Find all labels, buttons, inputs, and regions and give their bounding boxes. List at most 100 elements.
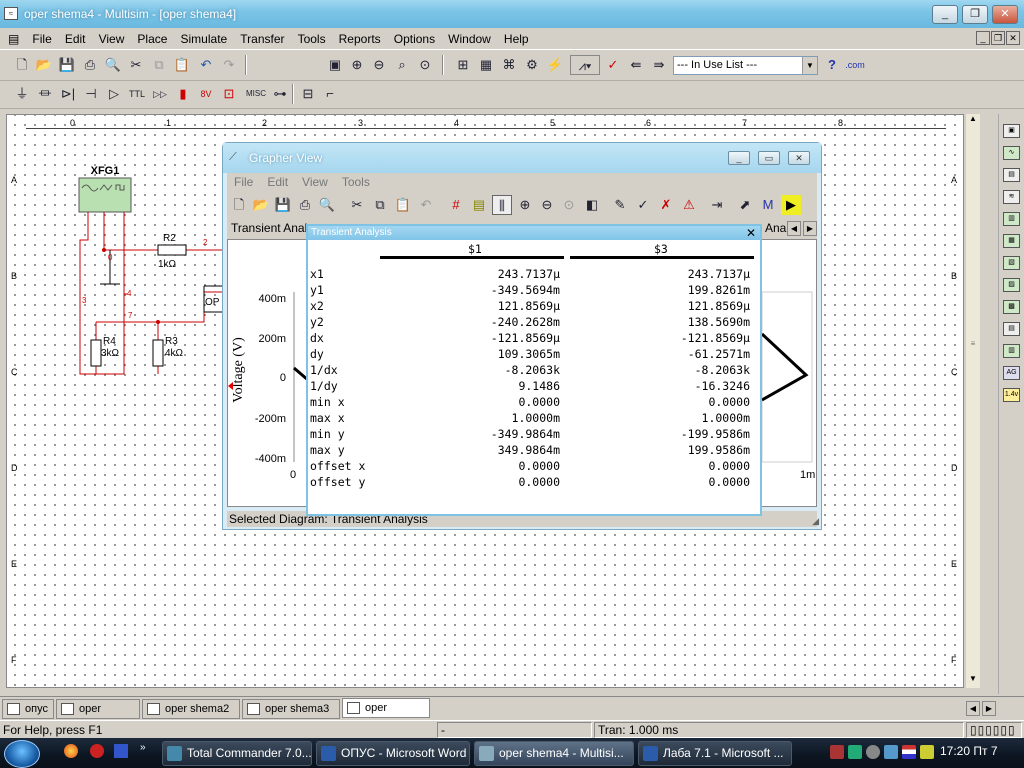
grid-icon[interactable]: # [446, 195, 466, 215]
canvas-vertical-scrollbar[interactable]: ▲ ≡ ▼ [965, 114, 980, 688]
grapher-maximize-button[interactable]: ▭ [758, 151, 780, 165]
tab-oper-shema2[interactable]: oper shema2 * [142, 699, 240, 733]
grapher-minimize-button[interactable]: _ [728, 151, 750, 165]
agilent-icon[interactable]: AG [1003, 366, 1020, 380]
word-generator-icon[interactable]: ▦ [1003, 234, 1020, 248]
taskbar-laba-word[interactable]: Лаба 7.1 - Microsoft ... [638, 741, 792, 766]
oscilloscope-icon[interactable]: ≋ [1003, 190, 1020, 204]
document-tabs: опус oper shema oper shema2 * oper shema… [0, 696, 1024, 733]
zoom-in-icon[interactable]: ⊕ [515, 195, 535, 215]
scroll-down-icon[interactable]: ▼ [966, 674, 980, 688]
tabs-scroll-left-icon[interactable]: ◀ [966, 701, 980, 716]
resistor-r3[interactable] [152, 339, 164, 367]
tab-scroll-left-icon[interactable]: ◀ [787, 221, 801, 236]
bode-plotter-icon[interactable]: ▥ [1003, 212, 1020, 226]
open-icon[interactable]: 📂 [251, 195, 271, 215]
resistor-r2[interactable] [157, 244, 187, 256]
new-icon[interactable]: 🗋 [229, 195, 249, 215]
grapher-menu-tools[interactable]: Tools [335, 173, 377, 191]
cursor-value-trace3: 199.8261m [687, 283, 750, 297]
power-icon[interactable] [920, 745, 934, 759]
tab-oper-shema4[interactable]: oper shema4 [342, 698, 430, 732]
taskbar-label: Лаба 7.1 - Microsoft ... [663, 746, 784, 760]
print-icon[interactable]: ⎙ [295, 195, 315, 215]
cursor-row: offset x 0.0000 0.0000 [310, 458, 758, 474]
taskbar-label: oper shema4 - Multisi... [499, 746, 624, 760]
function-generator[interactable] [78, 177, 132, 213]
resize-grip-icon[interactable]: ◢ [812, 516, 819, 527]
tab-oper-shema3[interactable]: oper shema3 * [242, 699, 340, 733]
tab-oper-shema[interactable]: oper shema [56, 699, 140, 733]
export-mathcad-icon[interactable]: M [758, 195, 778, 215]
language-flag-icon[interactable] [902, 745, 916, 759]
save-icon[interactable]: 💾 [273, 195, 293, 215]
tab-opus[interactable]: опус [2, 699, 54, 719]
cursor-row: y2 -240.2628m 138.5690m [310, 314, 758, 330]
zoom-full-icon[interactable]: ⊙ [559, 195, 579, 215]
clock[interactable]: 17:20 Пт 7 [940, 744, 998, 758]
quicklaunch-more-icon[interactable]: » [140, 742, 146, 753]
cursor-row-key: offset y [310, 475, 366, 489]
tab-transient-analysis[interactable]: Transient Analy [231, 221, 313, 235]
reverse-colors-icon[interactable]: ◧ [582, 195, 602, 215]
cursor-title-bar[interactable]: Transient Analysis ✕ [308, 226, 760, 240]
cursor-value-trace3: -16.3246 [694, 379, 750, 393]
tabs-scroll-right-icon[interactable]: ▶ [982, 701, 996, 716]
properties-icon[interactable]: ✎ [610, 195, 630, 215]
paste-icon[interactable]: 📋 [393, 195, 413, 215]
taskbar-opus-word[interactable]: ОПУС - Microsoft Word [316, 741, 470, 766]
net-label: 0 [108, 253, 113, 262]
network-icon[interactable] [884, 745, 898, 759]
cursor-data-window[interactable]: Transient Analysis ✕ $1 $3 x1 243.7137µ 24… [306, 224, 762, 516]
net-label: 4 [127, 289, 132, 298]
exclude-icon[interactable]: ✗ [656, 195, 676, 215]
resistor-r4[interactable] [90, 339, 102, 367]
measurement-probe-icon[interactable]: 1.4v [1003, 388, 1020, 402]
document-icon [147, 703, 160, 715]
export-labview-icon[interactable]: ▶ [781, 195, 801, 215]
status-help-text: For Help, press F1 [3, 723, 103, 737]
overlay-icon[interactable]: ✓ [633, 195, 653, 215]
taskbar-total-commander[interactable]: Total Commander 7.0.... [162, 741, 312, 766]
grapher-menu-file[interactable]: File [227, 173, 260, 191]
clear-icon[interactable]: ⚠ [679, 195, 699, 215]
scroll-thumb[interactable]: ≡ [967, 339, 979, 348]
tray-icon[interactable] [848, 745, 862, 759]
function-generator-icon[interactable]: ∿ [1003, 146, 1020, 160]
tray-icon[interactable] [866, 745, 880, 759]
tab-scroll-right-icon[interactable]: ▶ [803, 221, 817, 236]
close-icon[interactable]: ✕ [746, 226, 756, 240]
legend-icon[interactable]: ▤ [469, 195, 489, 215]
multisim-icon [479, 746, 494, 761]
scroll-up-icon[interactable]: ▲ [966, 114, 980, 128]
wattmeter-icon[interactable]: ▤ [1003, 168, 1020, 182]
iv-analyzer-icon[interactable]: ▩ [1003, 300, 1020, 314]
cut-icon[interactable]: ✂ [347, 195, 367, 215]
grapher-close-button[interactable]: ✕ [788, 151, 810, 165]
distortion-analyzer-icon[interactable]: ▤ [1003, 322, 1020, 336]
export-icon[interactable]: ⇥ [707, 195, 727, 215]
grapher-menu-view[interactable]: View [295, 173, 335, 191]
save-quicklaunch-icon[interactable] [114, 744, 128, 758]
cursors-icon[interactable]: ⫼ [492, 195, 512, 215]
column-header-3: $3 [654, 242, 668, 256]
taskbar-multisim[interactable]: oper shema4 - Multisi... [474, 741, 634, 766]
cursor-value-trace1: 109.3065m [497, 347, 560, 361]
grapher-menu-edit[interactable]: Edit [260, 173, 295, 191]
print-preview-icon[interactable]: 🔍 [317, 195, 337, 215]
logic-analyzer-icon[interactable]: ▧ [1003, 256, 1020, 270]
logic-converter-icon[interactable]: ▨ [1003, 278, 1020, 292]
start-button[interactable] [4, 740, 40, 768]
undo-icon[interactable]: ↶ [416, 195, 436, 215]
multimeter-icon[interactable]: ▣ [1003, 124, 1020, 138]
tab-analysis[interactable]: Ana [765, 221, 786, 235]
zoom-out-icon[interactable]: ⊖ [537, 195, 557, 215]
copy-icon[interactable]: ⧉ [370, 195, 390, 215]
cursor-row-key: y2 [310, 315, 324, 329]
firefox-icon[interactable] [64, 744, 78, 758]
spectrum-analyzer-icon[interactable]: ▥ [1003, 344, 1020, 358]
tray-icon[interactable] [830, 745, 844, 759]
app-quicklaunch-icon[interactable] [90, 744, 104, 758]
document-icon [247, 703, 260, 715]
export-excel-icon[interactable]: ⬈ [735, 195, 755, 215]
